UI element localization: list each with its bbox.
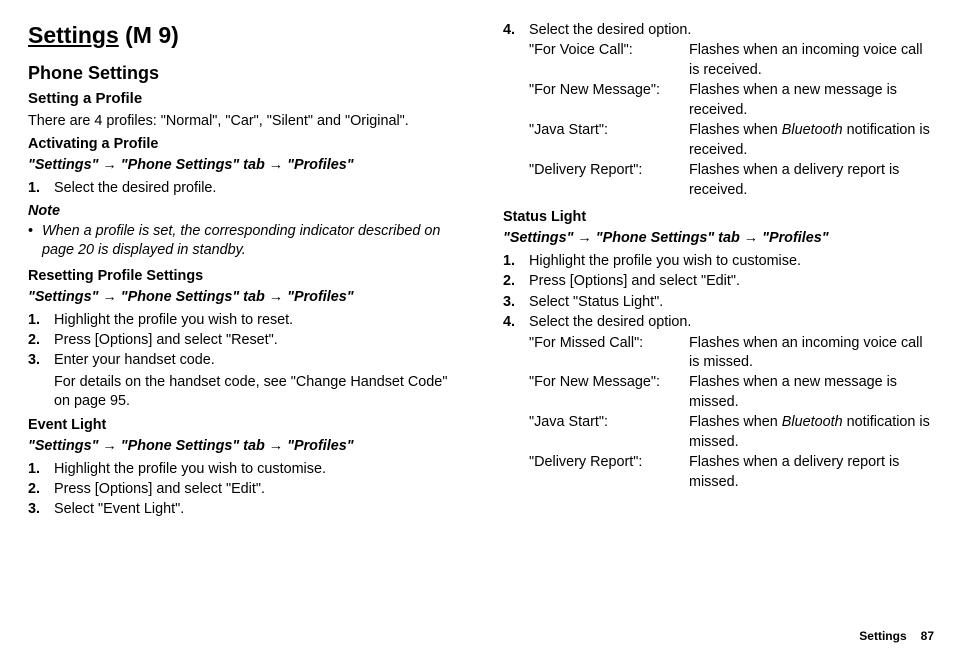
- step-text: Enter your handset code.: [54, 351, 459, 370]
- status-options: "For Missed Call":Flashes when an incomi…: [503, 334, 934, 493]
- option-row: "Java Start":Flashes when Bluetooth noti…: [529, 121, 934, 160]
- step-text: Highlight the profile you wish to custom…: [54, 460, 459, 479]
- step-number: 4.: [503, 313, 529, 332]
- step-text: Select "Event Light".: [54, 500, 459, 519]
- nav-path: "Settings" → "Phone Settings" tab → "Pro…: [28, 156, 459, 175]
- step-text: Press [Options] and select "Edit".: [529, 272, 934, 291]
- step-number: 1.: [28, 460, 54, 479]
- option-row: "Java Start":Flashes when Bluetooth noti…: [529, 413, 934, 452]
- option-key: "For Missed Call":: [529, 334, 689, 373]
- option-value: Flashes when a new message is missed.: [689, 373, 934, 412]
- step: 4.Select the desired option.: [503, 21, 934, 40]
- reset-steps: 1.Highlight the profile you wish to rese…: [28, 311, 459, 371]
- step: 2.Press [Options] and select "Edit".: [503, 272, 934, 291]
- step-text: Highlight the profile you wish to custom…: [529, 252, 934, 271]
- option-row: "Delivery Report":Flashes when a deliver…: [529, 161, 934, 200]
- option-value: Flashes when Bluetooth notification is m…: [689, 413, 934, 452]
- step-text: Highlight the profile you wish to reset.: [54, 311, 459, 330]
- option-key: "Delivery Report":: [529, 161, 689, 200]
- option-value: Flashes when Bluetooth notification is r…: [689, 121, 934, 160]
- nav-path: "Settings" → "Phone Settings" tab → "Pro…: [28, 288, 459, 307]
- status-light-heading: Status Light: [503, 208, 934, 227]
- event-steps-cont: 4.Select the desired option.: [503, 21, 934, 40]
- event-steps: 1.Highlight the profile you wish to cust…: [28, 460, 459, 520]
- bluetooth-term: Bluetooth: [782, 414, 843, 430]
- step-text: Select the desired option.: [529, 313, 934, 332]
- note-label: Note: [28, 202, 459, 221]
- option-value: Flashes when an incoming voice call is r…: [689, 41, 934, 80]
- left-column: Settings (M 9) Phone Settings Setting a …: [28, 20, 459, 618]
- option-key: "Java Start":: [529, 121, 689, 160]
- step-number: 2.: [503, 272, 529, 291]
- option-row: "For New Message":Flashes when a new mes…: [529, 81, 934, 120]
- step: 3.Select "Event Light".: [28, 500, 459, 519]
- step: 1.Highlight the profile you wish to cust…: [503, 252, 934, 271]
- page-title: Settings (M 9): [28, 20, 459, 51]
- step-number: 3.: [28, 500, 54, 519]
- reset-heading: Resetting Profile Settings: [28, 267, 459, 286]
- reset-subtext: For details on the handset code, see "Ch…: [54, 373, 459, 412]
- option-value: Flashes when a delivery report is receiv…: [689, 161, 934, 200]
- step: 1.Highlight the profile you wish to cust…: [28, 460, 459, 479]
- option-key: "For New Message":: [529, 373, 689, 412]
- step-text: Select the desired option.: [529, 21, 934, 40]
- step-number: 4.: [503, 21, 529, 40]
- step-number: 3.: [28, 351, 54, 370]
- bullet-icon: •: [28, 222, 42, 261]
- step-number: 3.: [503, 293, 529, 312]
- event-options: "For Voice Call":Flashes when an incomin…: [503, 41, 934, 200]
- option-key: "Delivery Report":: [529, 453, 689, 492]
- step-number: 2.: [28, 480, 54, 499]
- setting-profile-body: There are 4 profiles: "Normal", "Car", "…: [28, 112, 459, 131]
- option-row: "Delivery Report":Flashes when a deliver…: [529, 453, 934, 492]
- step: 2.Press [Options] and select "Reset".: [28, 331, 459, 350]
- step: 3.Enter your handset code.: [28, 351, 459, 370]
- note-text: When a profile is set, the corresponding…: [42, 222, 459, 261]
- right-column: 4.Select the desired option. "For Voice …: [503, 20, 934, 618]
- status-steps: 1.Highlight the profile you wish to cust…: [503, 252, 934, 333]
- step-number: 1.: [28, 311, 54, 330]
- step: 2.Press [Options] and select "Edit".: [28, 480, 459, 499]
- step-number: 1.: [503, 252, 529, 271]
- footer-page-number: 87: [921, 628, 934, 644]
- title-text: Settings: [28, 22, 119, 48]
- step: 4.Select the desired option.: [503, 313, 934, 332]
- step: 1.Select the desired profile.: [28, 179, 459, 198]
- option-value: Flashes when a new message is received.: [689, 81, 934, 120]
- nav-path: "Settings" → "Phone Settings" tab → "Pro…: [28, 437, 459, 456]
- option-key: "Java Start":: [529, 413, 689, 452]
- bluetooth-term: Bluetooth: [782, 122, 843, 138]
- note-item: •When a profile is set, the correspondin…: [28, 222, 459, 261]
- step-number: 1.: [28, 179, 54, 198]
- step: 1.Highlight the profile you wish to rese…: [28, 311, 459, 330]
- phone-settings-heading: Phone Settings: [28, 61, 459, 85]
- option-value: Flashes when an incoming voice call is m…: [689, 334, 934, 373]
- step-text: Press [Options] and select "Edit".: [54, 480, 459, 499]
- activating-profile-heading: Activating a Profile: [28, 135, 459, 154]
- step-text: Press [Options] and select "Reset".: [54, 331, 459, 350]
- step-text: Select the desired profile.: [54, 179, 459, 198]
- option-key: "For New Message":: [529, 81, 689, 120]
- option-row: "For Missed Call":Flashes when an incomi…: [529, 334, 934, 373]
- step: 3.Select "Status Light".: [503, 293, 934, 312]
- title-suffix: (M 9): [125, 22, 179, 48]
- step-text: Select "Status Light".: [529, 293, 934, 312]
- option-row: "For New Message":Flashes when a new mes…: [529, 373, 934, 412]
- activate-steps: 1.Select the desired profile.: [28, 179, 459, 198]
- page-footer: Settings 87: [28, 628, 934, 644]
- option-value: Flashes when a delivery report is missed…: [689, 453, 934, 492]
- event-light-heading: Event Light: [28, 416, 459, 435]
- option-key: "For Voice Call":: [529, 41, 689, 80]
- step-number: 2.: [28, 331, 54, 350]
- note-list: •When a profile is set, the correspondin…: [28, 222, 459, 261]
- option-row: "For Voice Call":Flashes when an incomin…: [529, 41, 934, 80]
- setting-profile-heading: Setting a Profile: [28, 89, 459, 109]
- nav-path: "Settings" → "Phone Settings" tab → "Pro…: [503, 229, 934, 248]
- footer-section: Settings: [859, 628, 906, 644]
